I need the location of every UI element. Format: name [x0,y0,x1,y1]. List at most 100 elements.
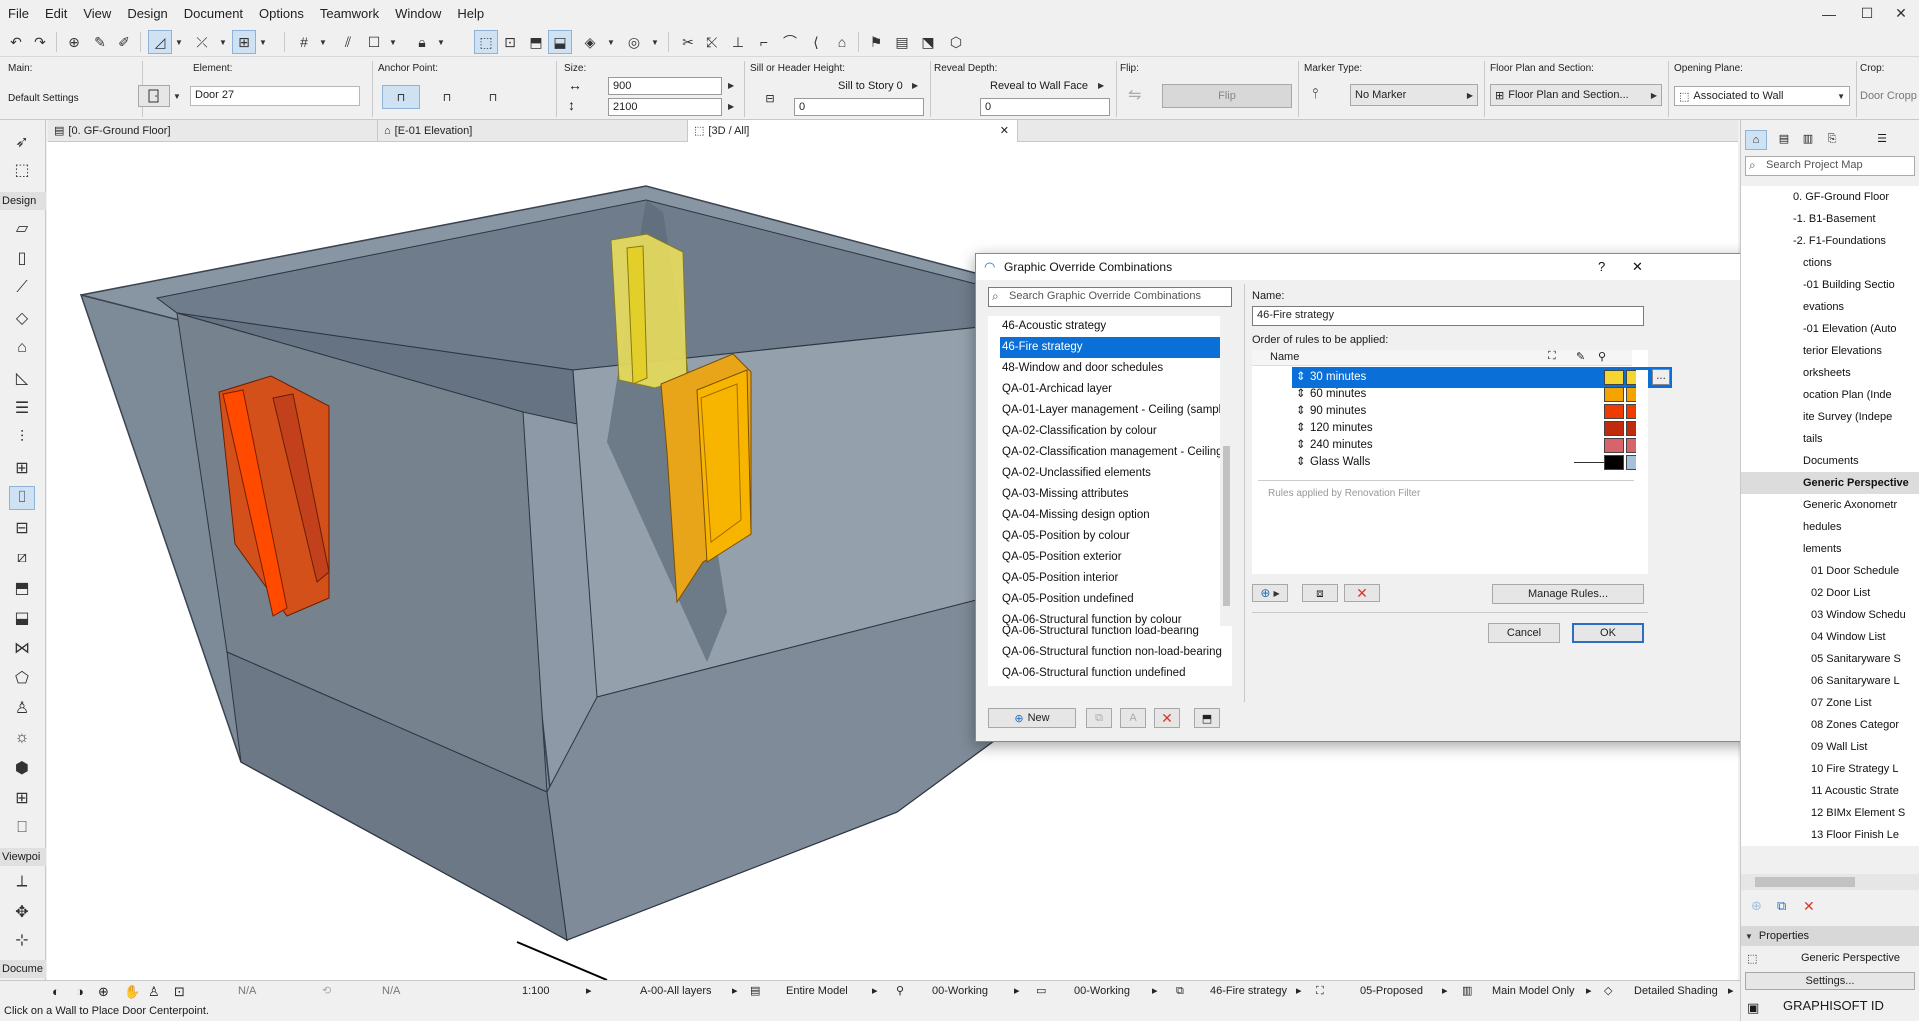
list-item[interactable]: QA-01-Archicad layer [1000,379,1228,400]
guide-lines-icon[interactable]: ◿ [148,30,172,54]
search-project-map-input[interactable]: Search Project Map [1745,156,1915,176]
menu-document[interactable]: Document [176,0,251,27]
arrow-icon[interactable]: ➶ [9,130,35,154]
tree-item[interactable]: -2. F1-Foundations [1741,230,1919,252]
new-combination-button[interactable]: ⊕ New [988,708,1076,728]
tree-item[interactable]: tails [1741,428,1919,450]
lamp-tool-icon[interactable]: ☼ [9,726,35,750]
scale-value[interactable]: 1:100 [522,981,550,1002]
door-width-field[interactable]: 900 [608,77,722,95]
list-item[interactable]: QA-05-Position exterior [1000,547,1228,568]
sill-icon[interactable]: ⊟ [754,83,786,113]
tracker-icon[interactable]: ⬓ [548,30,572,54]
morph-tool-icon[interactable]: ⬠ [9,666,35,690]
tree-item[interactable]: -1. B1-Basement [1741,208,1919,230]
list-item[interactable]: QA-06-Structural function non-load-beari… [1000,642,1228,663]
cube-tool-icon[interactable]: ⬢ [9,756,35,780]
close-dialog-icon[interactable]: ✕ [1632,254,1643,280]
door-settings-button[interactable] [138,85,170,107]
wall-tool-icon[interactable]: ▱ [9,216,35,240]
snap-points-icon[interactable]: ⊞ [232,30,256,54]
tree-item[interactable]: Documents [1741,450,1919,472]
tree-item[interactable]: 07 Zone List [1741,692,1919,714]
tree-item[interactable]: terior Elevations [1741,340,1919,362]
delete-button[interactable]: ✕ [1154,708,1180,728]
menu-design[interactable]: Design [119,0,175,27]
design-header[interactable]: Design [0,192,46,210]
split-icon[interactable]: ⤪ [700,30,724,54]
add-view-icon[interactable]: ⊕ [1751,898,1762,914]
pick-parameters-icon[interactable]: ⊕ [62,30,86,54]
mesh-tool-icon[interactable]: ⋈ [9,636,35,660]
offset-icon[interactable]: ⟨ [804,30,828,54]
cut-icon[interactable]: ✂ [676,30,700,54]
object-tool-icon[interactable]: ♙ [9,696,35,720]
more-button[interactable]: ... [1652,369,1670,385]
tab-3d[interactable]: ⬚ [3D / All] ✕ [688,120,1018,142]
railing-tool-icon[interactable]: ⫶ [9,426,35,450]
cancel-button[interactable]: Cancel [1488,623,1560,643]
pen-value[interactable]: 00-Working [932,981,988,1002]
delete-view-icon[interactable]: ✕ [1803,898,1815,915]
rules-scrollbar[interactable] [1636,370,1648,574]
undo-icon[interactable]: ↶ [4,30,28,54]
list-item[interactable]: QA-05-Position interior [1000,568,1228,589]
navigator-menu-icon[interactable]: ☰ [1871,130,1893,150]
list-item[interactable]: QA-02-Classification by colour [1000,421,1228,442]
grid-snap-icon[interactable]: # [292,30,316,54]
reveal-value-field[interactable]: 0 [980,98,1110,116]
eyedropper-icon[interactable]: ✎ [88,30,112,54]
chevron-down-icon[interactable]: ▼ [386,30,400,54]
tree-item[interactable]: 01 Door Schedule [1741,560,1919,582]
zone-tool-icon[interactable]: ⬓ [9,606,35,630]
element-name-field[interactable]: Door 27 [190,86,360,106]
search-overrides-input[interactable]: Search Graphic Override Combinations [988,287,1232,307]
project-map-icon[interactable]: ⌂ [1745,130,1767,150]
chevron-down-icon[interactable]: ▼ [172,30,186,54]
settings-button[interactable]: Settings... [1745,972,1915,990]
menu-file[interactable]: File [0,0,37,27]
brand-label[interactable]: GRAPHISOFT ID [1783,998,1884,1013]
anchor-right-button[interactable]: ⊓ [474,85,512,109]
maximize-button[interactable]: ☐ [1848,0,1886,27]
list-item[interactable]: QA-05-Position undefined [1000,589,1228,610]
layers-value[interactable]: A-00-All layers [640,981,712,1002]
properties-header[interactable]: ▼ Properties [1741,926,1919,946]
bimx-icon[interactable]: ⬡ [944,30,968,54]
viewpoint-header[interactable]: Viewpoi [0,848,46,866]
marquee-icon[interactable]: ⬒ [524,30,548,54]
document-icon[interactable]: ▤ [890,30,914,54]
walk-icon[interactable]: ♙ [148,981,160,1002]
intersect-icon[interactable]: ⌐ [752,30,776,54]
tree-item[interactable]: evations [1741,296,1919,318]
tree-item[interactable]: 09 Wall List [1741,736,1919,758]
orbit-icon[interactable]: ⊹ [9,928,35,952]
list-item[interactable]: QA-05-Position by colour [1000,526,1228,547]
list-item[interactable]: QA-06-Structural function load-bearing [1000,626,1228,642]
list-item[interactable]: 46-Fire strategy [1000,337,1228,358]
view-settings-icon[interactable]: ⧉ [1777,898,1786,914]
render-icon[interactable]: ◎ [622,30,646,54]
floor-plan-section-button[interactable]: ⊞ Floor Plan and Section... ▶ [1490,84,1662,106]
view-map-icon[interactable]: ▤ [1773,130,1795,150]
import-button[interactable]: ⬒ [1194,708,1220,728]
tree-item[interactable]: 04 Window List [1741,626,1919,648]
menu-teamwork[interactable]: Teamwork [312,0,387,27]
sill-value-field[interactable]: 0 [794,98,924,116]
tree-item[interactable]: 13 Floor Finish Le [1741,824,1919,846]
layout-book-icon[interactable]: ▥ [1797,130,1819,150]
publish-icon[interactable]: ⬔ [916,30,940,54]
zoom-in-icon[interactable]: ⊕ [98,981,109,1002]
tree-item[interactable]: 10 Fire Strategy L [1741,758,1919,780]
tab-ground-floor[interactable]: ▤ [0. GF-Ground Floor] [48,120,378,142]
lock-icon[interactable]: 🔒︎ [410,30,434,54]
document-header[interactable]: Docume [0,960,46,978]
adjust-icon[interactable]: ⊥ [726,30,750,54]
tree-item[interactable]: orksheets [1741,362,1919,384]
renovation-value[interactable]: 05-Proposed [1360,981,1423,1002]
3d-view-icon[interactable]: ◈ [578,30,602,54]
remove-rule-button[interactable]: ✕ [1344,584,1380,602]
house-icon[interactable]: ⌂ [830,30,854,54]
tree-item[interactable]: ocation Plan (Inde [1741,384,1919,406]
tree-item[interactable]: -01 Building Sectio [1741,274,1919,296]
